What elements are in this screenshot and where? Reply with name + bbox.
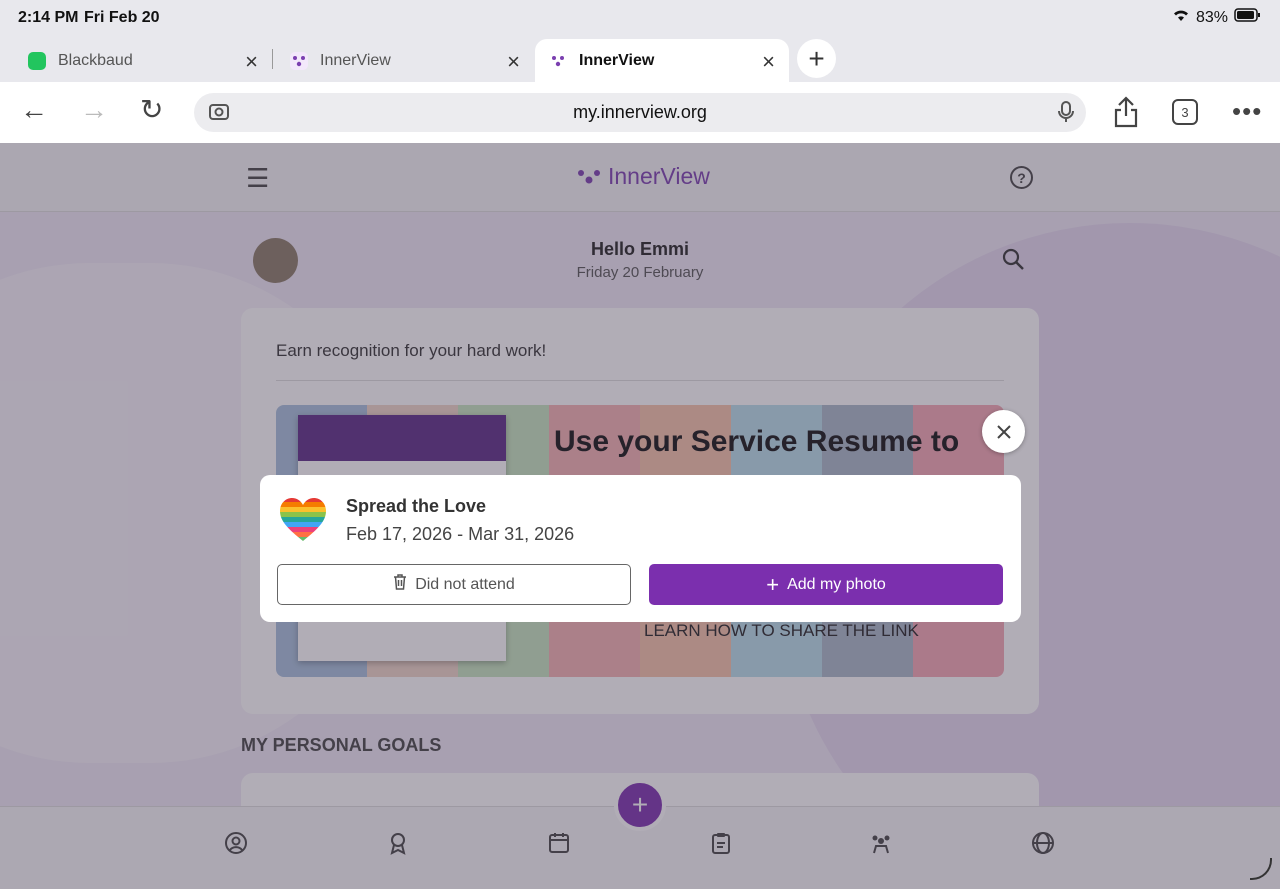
add-photo-label: Add my photo <box>787 575 886 593</box>
share-icon[interactable] <box>1113 96 1139 133</box>
reload-icon[interactable]: ↻ <box>140 96 163 124</box>
new-tab-button[interactable]: + <box>797 39 836 78</box>
innerview-favicon-icon <box>290 51 308 70</box>
close-modal-button[interactable] <box>982 410 1025 453</box>
wifi-icon <box>1172 8 1190 27</box>
event-title: Spread the Love <box>346 496 487 516</box>
camera-icon[interactable] <box>208 101 230 128</box>
tab-divider <box>272 49 273 69</box>
tab-label: InnerView <box>579 51 655 69</box>
did-not-attend-button[interactable]: Did not attend <box>277 564 631 605</box>
more-menu-icon[interactable]: ••• <box>1232 96 1262 127</box>
tab-count-button[interactable]: 3 <box>1172 99 1198 125</box>
rainbow-heart-icon <box>280 498 326 541</box>
close-icon <box>996 424 1011 439</box>
microphone-icon[interactable] <box>1058 101 1074 128</box>
tab-label: Blackbaud <box>58 51 133 69</box>
status-bar: 2:14 PM Fri Feb 20 83% <box>0 0 1280 36</box>
trash-icon <box>393 574 407 595</box>
close-tab-icon[interactable]: × <box>762 49 775 75</box>
event-modal: Spread the Love Feb 17, 2026 - Mar 31, 2… <box>260 475 1021 622</box>
battery-indicator: 83% <box>1172 8 1262 27</box>
add-photo-button[interactable]: + Add my photo <box>649 564 1003 605</box>
blackbaud-favicon-icon <box>28 51 46 70</box>
tab-bar: Blackbaud × InnerView × InnerView × + <box>0 36 1280 82</box>
plus-icon: + <box>766 571 780 597</box>
address-bar[interactable]: my.innerview.org <box>194 93 1086 132</box>
innerview-favicon-icon <box>549 51 567 70</box>
tab-innerview-active[interactable]: InnerView × <box>535 39 789 82</box>
event-dates: Feb 17, 2026 - Mar 31, 2026 <box>346 524 575 544</box>
close-tab-icon[interactable]: × <box>507 49 520 75</box>
forward-arrow-icon[interactable]: → <box>80 96 108 124</box>
tab-label: InnerView <box>320 51 391 69</box>
back-arrow-icon[interactable]: ← <box>20 96 48 124</box>
tab-blackbaud[interactable]: Blackbaud × <box>14 39 272 82</box>
close-tab-icon[interactable]: × <box>245 49 258 75</box>
battery-icon <box>1234 8 1262 27</box>
browser-toolbar: ← → ↻ my.innerview.org 3 ••• <box>0 82 1280 143</box>
url-text: my.innerview.org <box>573 102 707 122</box>
battery-percent: 83% <box>1195 8 1228 26</box>
status-date: Fri Feb 20 <box>84 9 160 26</box>
status-time: 2:14 PM <box>18 9 79 26</box>
tab-innerview-1[interactable]: InnerView × <box>276 39 534 82</box>
did-not-attend-label: Did not attend <box>415 575 515 593</box>
